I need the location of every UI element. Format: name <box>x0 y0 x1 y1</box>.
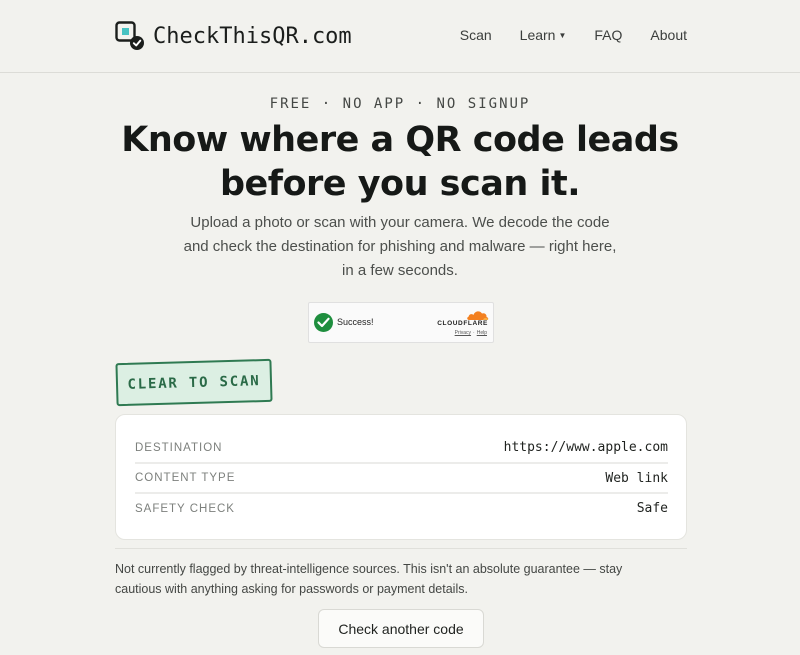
nav-about-label: About <box>650 27 687 43</box>
caret-down-icon: ▼ <box>558 31 567 40</box>
destination-value: https://www.apple.com <box>503 440 668 455</box>
result-row-safety-check: SAFETY CHECK Safe <box>135 493 668 523</box>
headline-line-1: Know where a QR code leads <box>121 120 679 160</box>
qr-check-icon <box>115 21 145 51</box>
content-type-value: Web link <box>605 470 668 486</box>
turnstile-links: Privacy · Help <box>455 330 487 336</box>
check-another-code-button[interactable]: Check another code <box>318 609 484 648</box>
nav-faq-label: FAQ <box>594 27 623 43</box>
safety-note: Not currently flagged by threat-intellig… <box>115 562 623 596</box>
check-circle-icon <box>314 313 333 332</box>
hero-kicker: FREE · NO APP · NO SIGNUP <box>269 96 531 112</box>
result-row-content-type: CONTENT TYPE Web link <box>135 463 668 493</box>
verdict-stamp: CLEAR TO SCAN <box>115 358 273 407</box>
site-logo[interactable]: CheckThisQR.com <box>115 20 352 52</box>
divider <box>115 548 687 549</box>
content-type-label: CONTENT TYPE <box>135 472 236 484</box>
safety-check-label: SAFETY CHECK <box>135 502 235 515</box>
cloudflare-brand: CLOUDFLARE <box>437 320 488 327</box>
nav-scan-label: Scan <box>459 27 492 43</box>
help-link[interactable]: Help <box>477 330 487 336</box>
result-row-destination: DESTINATION https://www.apple.com <box>135 433 668 463</box>
nav-scan[interactable]: Scan <box>460 27 492 43</box>
site-header: CheckThisQR.com Scan Learn ▼ FAQ About <box>0 0 800 73</box>
turnstile-widget[interactable]: Success! CLOUDFLARE Privacy · Help <box>308 302 494 343</box>
logo-text: CheckThisQR.com <box>153 23 352 49</box>
privacy-link[interactable]: Privacy <box>455 330 471 336</box>
result-card: DESTINATION https://www.apple.com CONTEN… <box>115 414 687 540</box>
nav-learn[interactable]: Learn ▼ <box>520 27 567 43</box>
safety-check-value: Safe <box>636 501 668 516</box>
nav-about[interactable]: About <box>650 27 687 43</box>
link-separator: · <box>473 330 475 336</box>
destination-label: DESTINATION <box>135 441 223 454</box>
main-nav: Scan Learn ▼ FAQ About <box>460 27 687 43</box>
headline-line-2: before you scan it. <box>219 164 581 204</box>
hero-lede: Upload a photo or scan with your camera.… <box>183 214 617 279</box>
nav-learn-label: Learn <box>519 27 556 43</box>
hero-headline: Know where a QR code leads before you sc… <box>100 118 700 206</box>
nav-faq[interactable]: FAQ <box>594 27 622 43</box>
turnstile-status: Success! <box>337 317 374 327</box>
